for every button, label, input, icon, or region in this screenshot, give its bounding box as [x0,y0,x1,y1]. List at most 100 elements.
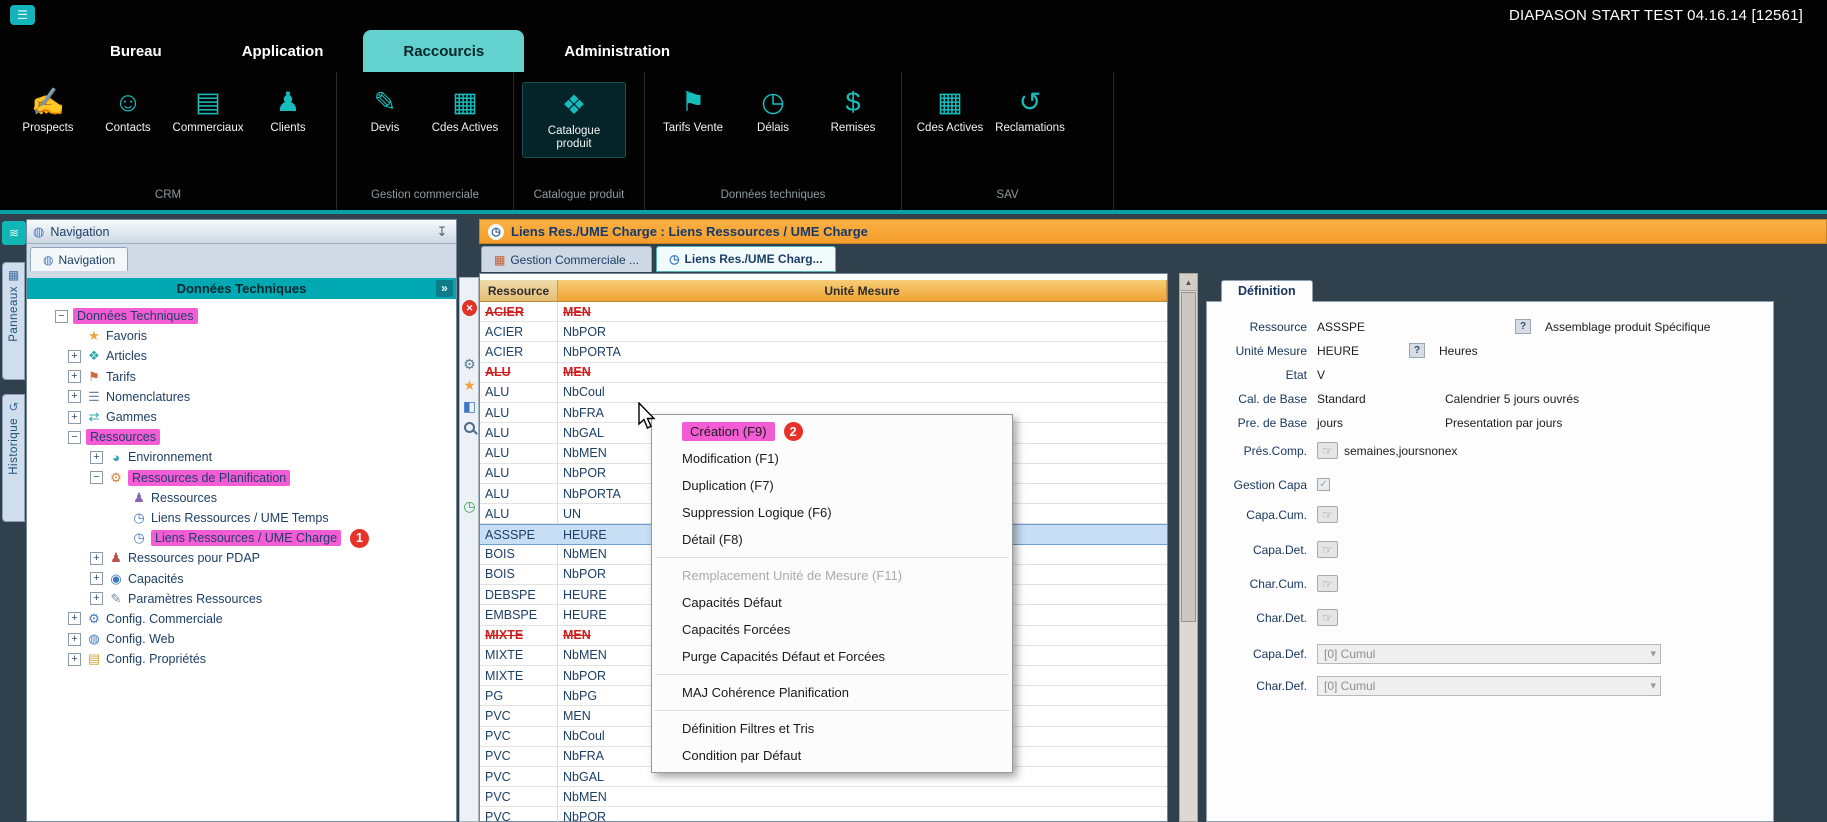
context-menu-item-maj-coherence-planification[interactable]: MAJ Cohérence Planification [652,679,1012,706]
mini-settings-icon[interactable]: ⚙ [462,356,477,372]
tree-item-ressources-pour-pdap[interactable]: +♟Ressources pour PDAP [27,548,456,568]
tree-item-ressources[interactable]: −Ressources [27,427,456,447]
tree-item-liens-ressources-ume-temps[interactable]: ◷Liens Ressources / UME Temps [27,508,456,528]
panels-launcher-icon[interactable]: ≋ [2,221,26,245]
tree-expander[interactable]: + [68,653,81,666]
select-capa-def[interactable]: [0] Cumul▾ [1317,644,1661,664]
hand-button[interactable]: ☞ [1317,442,1338,459]
tree-expander[interactable]: + [90,451,103,464]
tree-expander[interactable]: + [90,552,103,565]
tree-expander[interactable]: − [68,431,81,444]
table-row[interactable]: ACIERNbPOR [480,322,1167,342]
context-menu-item-capacites-forcees[interactable]: Capacités Forcées [652,616,1012,643]
tree-item-label: Gammes [106,410,157,424]
tree-item-nomenclatures[interactable]: +☰Nomenclatures [27,387,456,407]
side-tab-panneaux[interactable]: ▦Panneaux [2,262,25,380]
tree-expander[interactable]: + [90,572,103,585]
tab-liens-res-ume-charg[interactable]: ◷Liens Res./UME Charg... [656,246,836,272]
context-menu-item-duplication-f7[interactable]: Duplication (F7) [652,472,1012,499]
tree-expander[interactable]: + [68,350,81,363]
vertical-scrollbar[interactable]: ▲ [1179,273,1198,822]
tree-expander[interactable]: − [55,310,68,323]
hand-button[interactable]: ☞ [1317,609,1338,626]
tree-item-gammes[interactable]: +⇄Gammes [27,407,456,427]
tab-gestion-commerciale[interactable]: ▦Gestion Commerciale ... [481,246,652,272]
mini-panel-icon[interactable]: ◧ [462,398,477,414]
tree-item-config-web[interactable]: +◍Config. Web [27,629,456,649]
gestion-capa-checkbox[interactable]: ✓ [1317,478,1330,491]
table-row[interactable]: PVCNbMEN [480,787,1167,807]
tree-expander[interactable]: + [90,592,103,605]
tree-item-liens-ressources-ume-charge[interactable]: ◷Liens Ressources / UME Charge1 [27,528,456,548]
tree-item-parametres-ressources[interactable]: +✎Paramètres Ressources [27,589,456,609]
tree-expander[interactable]: − [90,471,103,484]
ribbon-button-remises[interactable]: $Remises [813,84,893,135]
menu-tab-application[interactable]: Application [202,30,364,72]
ribbon-button-cdes-actives[interactable]: ▦Cdes Actives [910,84,990,135]
table-row[interactable]: ACIERNbPORTA [480,342,1167,362]
tree-expander[interactable]: + [68,390,81,403]
tree-item-capacites[interactable]: +◉Capacités [27,568,456,588]
globe-icon: ◍ [43,253,53,267]
hand-button[interactable]: ☞ [1317,575,1338,592]
side-tab-historique[interactable]: ↺Historique [2,394,25,522]
cell-ressource: ALU [480,403,558,422]
tree-item-donnees-techniques[interactable]: −Données Techniques [27,306,456,326]
column-header-unite-mesure[interactable]: Unité Mesure [558,280,1167,301]
ribbon-button-reclamations[interactable]: ↺Reclamations [990,84,1070,135]
tree-expander[interactable]: + [68,633,81,646]
tree-item-config-commerciale[interactable]: +⚙Config. Commerciale [27,609,456,629]
context-menu-item-detail-f8[interactable]: Détail (F8) [652,526,1012,553]
menu-tab-bureau[interactable]: Bureau [70,30,202,72]
ribbon-button-delais[interactable]: ◷Délais [733,84,813,135]
tree-item-tarifs[interactable]: +⚑Tarifs [27,367,456,387]
ribbon-button-tarifs-vente[interactable]: ⚑Tarifs Vente [653,84,733,135]
menu-tab-raccourcis[interactable]: Raccourcis [363,30,524,72]
tree-item-config-proprietes[interactable]: +▤Config. Propriétés [27,649,456,669]
hand-button[interactable]: ☞ [1317,506,1338,523]
tab-navigation[interactable]: ◍ Navigation [30,247,128,271]
ribbon-button-contacts[interactable]: ☺Contacts [88,84,168,135]
table-row[interactable]: ACIERMEN [480,302,1167,322]
ribbon-button-catalogue-produit[interactable]: ❖Catalogue produit [522,82,626,158]
ribbon-button-clients[interactable]: ♟Clients [248,84,328,135]
tree-item-articles[interactable]: +❖Articles [27,346,456,366]
collapse-panel-button[interactable]: » [436,280,453,297]
hand-button[interactable]: ☞ [1317,541,1338,558]
mini-close-icon[interactable]: ✕ [462,300,477,316]
ribbon-button-prospects[interactable]: ✍Prospects [8,84,88,135]
app-logo-icon[interactable]: ☰ [10,5,35,25]
help-button[interactable]: ? [1515,319,1531,334]
tree-expander[interactable]: + [68,411,81,424]
tree-expander[interactable]: + [68,612,81,625]
tab-definition[interactable]: Définition [1221,280,1313,302]
context-menu-item-creation-f9[interactable]: Création (F9)2 [652,418,1012,445]
ribbon-button-commerciaux[interactable]: ▤Commerciaux [168,84,248,135]
scrollbar-thumb[interactable] [1181,292,1196,622]
mini-search-icon[interactable] [462,419,477,435]
mini-refresh-time-icon[interactable]: ◷ [462,498,477,514]
context-menu-item-suppression-logique-f6[interactable]: Suppression Logique (F6) [652,499,1012,526]
tree-expander[interactable]: + [68,370,81,383]
select-char-def[interactable]: [0] Cumul▾ [1317,676,1661,696]
pin-icon[interactable]: ↧ [434,224,450,240]
ribbon-button-cdes-actives[interactable]: ▦Cdes Actives [425,84,505,135]
context-menu-item-capacites-defaut[interactable]: Capacités Défaut [652,589,1012,616]
table-row[interactable]: ALUNbCoul [480,383,1167,403]
tree-item-environnement[interactable]: +◕Environnement [27,447,456,467]
context-menu-item-modification-f1[interactable]: Modification (F1) [652,445,1012,472]
context-menu-item-definition-filtres-et-tris[interactable]: Définition Filtres et Tris [652,715,1012,742]
help-button[interactable]: ? [1409,343,1425,358]
tree-item-ressources[interactable]: ♟Ressources [27,488,456,508]
context-menu-item-condition-par-defaut[interactable]: Condition par Défaut [652,742,1012,769]
tree-item-favoris[interactable]: ★Favoris [27,326,456,346]
mini-favorite-icon[interactable]: ★ [462,377,477,393]
column-header-ressource[interactable]: Ressource [480,280,558,301]
table-row[interactable]: PVCNbPOR [480,807,1167,822]
table-row[interactable]: ALUMEN [480,363,1167,383]
ribbon-button-devis[interactable]: ✎Devis [345,84,425,135]
context-menu-item-purge-capacites-defaut-et-forcees[interactable]: Purge Capacités Défaut et Forcées [652,643,1012,670]
scroll-up-arrow-icon[interactable]: ▲ [1180,274,1197,291]
menu-tab-administration[interactable]: Administration [524,30,710,72]
tree-item-ressources-de-planification[interactable]: −⚙Ressources de Planification [27,468,456,488]
